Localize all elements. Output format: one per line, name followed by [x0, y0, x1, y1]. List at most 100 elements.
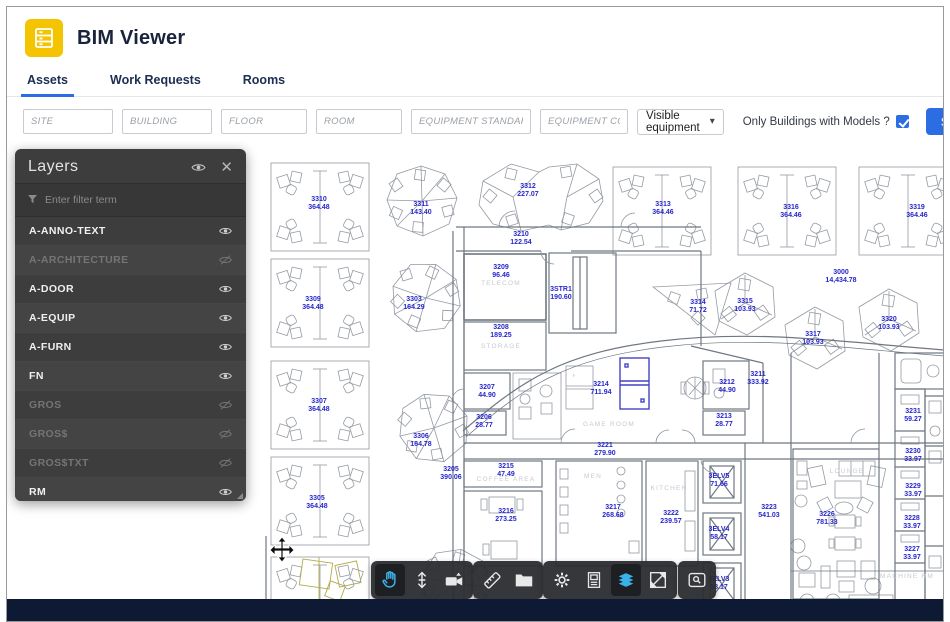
layer-row-a-door[interactable]: A-DOOR	[15, 275, 246, 304]
eye-icon[interactable]	[219, 342, 232, 352]
ruler-icon	[481, 569, 503, 591]
layer-row-a-anno-text[interactable]: A-ANNO-TEXT	[15, 217, 246, 246]
preview-tool-button[interactable]	[682, 564, 712, 596]
view-tool-group	[543, 561, 677, 599]
room-name-label: MACHINE RM	[880, 573, 934, 580]
filter-row: Visible equipment ▾ Only Buildings with …	[7, 97, 943, 144]
resize-handle[interactable]: ◢	[237, 491, 243, 500]
eye-off-icon[interactable]	[219, 255, 232, 265]
eye-off-icon[interactable]	[219, 400, 232, 410]
room-label-3227: 322733.97	[903, 546, 921, 561]
layer-row-gros[interactable]: GROS	[15, 391, 246, 420]
toggle-all-eye-icon[interactable]	[191, 162, 206, 173]
room-name-labels: TELECOMSTORAGEGAME ROOMCOFFEE AREAMENKIT…	[477, 280, 934, 580]
eye-off-icon[interactable]	[219, 458, 232, 468]
eye-icon[interactable]	[219, 313, 232, 323]
selected-equipment[interactable]	[620, 358, 649, 409]
layer-name: GROS	[29, 399, 62, 411]
settings-tool-button[interactable]	[547, 564, 577, 596]
room-label-3213: 321328.77	[715, 413, 733, 428]
room-label-3315: 3315103.93	[734, 298, 756, 313]
fullscreen-tool-button[interactable]	[643, 564, 673, 596]
eye-icon[interactable]	[219, 371, 232, 381]
properties-tool-button[interactable]	[579, 564, 609, 596]
tab-work-requests[interactable]: Work Requests	[108, 69, 203, 96]
eye-icon[interactable]	[219, 226, 232, 236]
markup-tool-group	[473, 561, 543, 599]
room-name-label: LOUNGE	[830, 468, 865, 475]
room-name-label: MEN	[584, 473, 602, 480]
camera-tool-button[interactable]	[439, 564, 469, 596]
equipment-standard-input[interactable]	[411, 109, 531, 134]
layers-tool-button[interactable]	[611, 564, 641, 596]
layers-filter-input[interactable]	[45, 194, 195, 206]
site-input[interactable]	[23, 109, 113, 134]
properties-sheet-icon	[583, 569, 605, 591]
tab-rooms[interactable]: Rooms	[241, 69, 287, 96]
room-label-3216: 3216273.25	[495, 508, 517, 523]
room-label-3229: 322933.97	[904, 483, 922, 498]
models-checkbox[interactable]	[896, 115, 909, 128]
room-label-3320: 3320103.93	[878, 316, 900, 331]
layer-row-a-furn[interactable]: A-FURN	[15, 333, 246, 362]
hand-icon	[383, 572, 395, 587]
room-label-3207: 320744.90	[478, 384, 496, 399]
room-label-3228: 322833.97	[903, 515, 921, 530]
room-label-3226: 3226781.33	[816, 511, 838, 526]
room-label-3211: 3211333.92	[747, 371, 769, 386]
page-title: BIM Viewer	[77, 27, 185, 50]
nav-tool-group	[371, 561, 473, 599]
room-label-3312: 3312227.07	[517, 183, 539, 198]
room-label-3230: 323033.97	[904, 448, 922, 463]
layer-name: FN	[29, 370, 44, 382]
equipment-code-input[interactable]	[540, 109, 628, 134]
room-label-3205: 3205390.06	[440, 466, 462, 481]
layer-name: GROS$	[29, 428, 68, 440]
room-label-3306: 3306164.78	[410, 433, 432, 448]
layers-panel-header: Layers ✕	[15, 149, 246, 183]
room-label-3209: 320996.46	[492, 264, 510, 279]
layers-filter-row	[15, 183, 246, 217]
layer-row-rm[interactable]: RM	[15, 478, 246, 501]
room-label-3305: 3305364.48	[306, 495, 328, 510]
layer-row-gros-[interactable]: GROS$	[15, 420, 246, 449]
room-label-3303: 3303164.29	[403, 296, 425, 311]
show-button[interactable]: Show	[926, 108, 944, 135]
room-label-3ELV5: 3ELV571.66	[709, 473, 730, 488]
room-label-3000: 300014,434.78	[825, 269, 856, 284]
models-checkbox-wrap: Only Buildings with Models ?	[743, 115, 909, 128]
elevation-tool-button[interactable]	[407, 564, 437, 596]
layer-name: A-EQUIP	[29, 312, 76, 324]
eye-off-icon[interactable]	[219, 429, 232, 439]
bim-viewer-window: BIM Viewer Assets Work Requests Rooms Vi…	[6, 6, 944, 622]
layer-row-gros-txt[interactable]: GROS$TXT	[15, 449, 246, 478]
layer-row-fn[interactable]: FN	[15, 362, 246, 391]
room-label-3316: 3316364.46	[780, 204, 802, 219]
close-icon[interactable]: ✕	[220, 160, 233, 175]
room-label-3310: 3310364.48	[308, 196, 330, 211]
minimap-icon	[686, 569, 708, 591]
floorplan-drawing: ⊦	[256, 151, 943, 599]
layer-name: A-ARCHITECTURE	[29, 254, 129, 266]
room-label-3208: 3208189.25	[490, 324, 512, 339]
building-input[interactable]	[122, 109, 212, 134]
markup-tool-button[interactable]	[509, 564, 539, 596]
visible-equipment-select[interactable]: Visible equipment ▾	[637, 109, 724, 135]
room-label-3221: 3221279.90	[594, 442, 616, 457]
eye-icon[interactable]	[219, 487, 232, 497]
room-label-3307: 3307364.48	[308, 398, 330, 413]
layers-panel: Layers ✕ A-ANNO-TEXT A-ARCHITECTURE A-DOOR…	[15, 149, 246, 501]
room-input[interactable]	[316, 109, 402, 134]
tab-assets[interactable]: Assets	[25, 69, 70, 96]
pan-tool-button[interactable]	[375, 564, 405, 596]
measure-tool-button[interactable]	[477, 564, 507, 596]
layers-panel-title: Layers	[28, 158, 191, 176]
eye-icon[interactable]	[219, 284, 232, 294]
layer-row-a-architecture[interactable]: A-ARCHITECTURE	[15, 246, 246, 275]
preview-tool-group	[678, 561, 716, 599]
floor-input[interactable]	[221, 109, 307, 134]
layer-name: A-FURN	[29, 341, 72, 353]
floorplan-canvas[interactable]: ⊦	[7, 141, 943, 599]
layer-row-a-equip[interactable]: A-EQUIP	[15, 304, 246, 333]
layer-name: GROS$TXT	[29, 457, 89, 469]
